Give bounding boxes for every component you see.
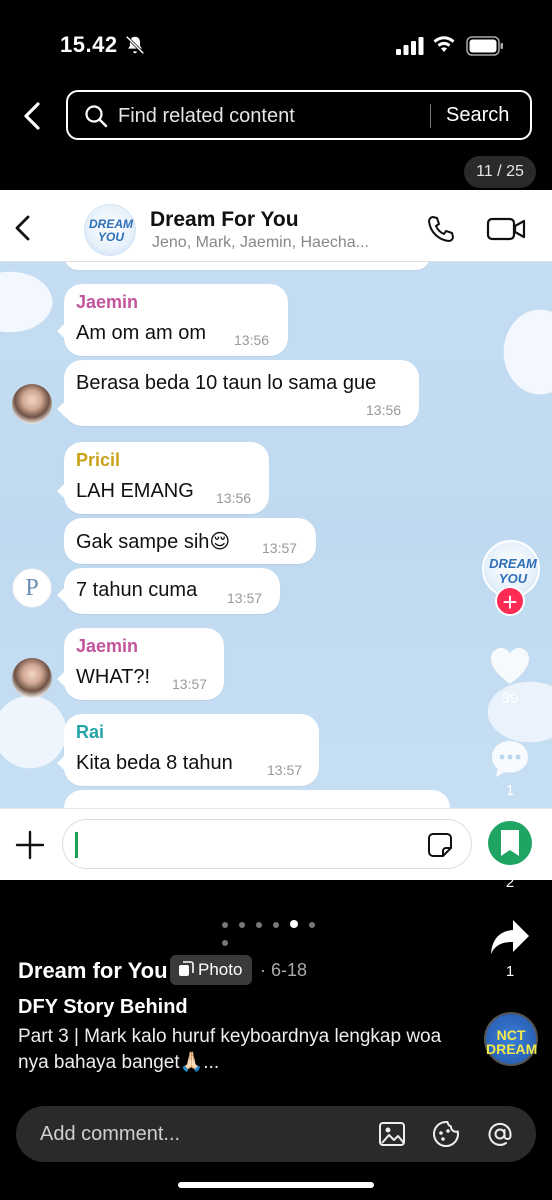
message-time: 13:57 [262,540,298,556]
image-icon[interactable] [378,1120,406,1148]
message-sender: Jaemin [76,636,139,656]
post-date: · 6-18 [260,960,308,980]
message-text: LAH EMANG [76,480,194,502]
member-avatar [12,384,52,424]
message-bubble: Rai Kita beda 8 tahun 13:57 [64,714,319,786]
carousel-dots [222,915,332,946]
message-bubble: Jaemin WHAT?! 13:57 [64,628,224,700]
comment-icon[interactable] [489,738,531,780]
carousel-dot [273,922,279,928]
message-time: 13:57 [227,590,263,606]
carousel-dot [309,922,315,928]
save-count: 2 [505,874,515,891]
creator-logo: DREAM YOU [489,556,537,586]
battery-icon [466,36,503,56]
avatar-letter: P [25,575,39,601]
message-bubble: Pricil LAH EMANG 13:56 [64,442,269,514]
back-arrow-icon[interactable] [18,100,46,132]
chat-messages: Jaemin Am om am om 13:56 Berasa beda 10 … [0,262,552,808]
wifi-icon [433,36,455,52]
message-bubble: Jaemin Am om am om 13:56 [64,284,288,356]
carousel-dot [239,922,245,928]
carousel-dot [222,940,228,946]
bookmark-icon[interactable] [488,818,532,868]
emoji-icon[interactable] [432,1120,460,1148]
message-time: 13:57 [267,762,303,778]
mention-icon[interactable] [486,1120,514,1148]
search-icon [85,105,108,128]
chat-input-bar [0,808,552,880]
message-text: Kita beda 8 tahun [76,752,233,774]
text-cursor [75,832,78,858]
search-divider [430,104,431,128]
post-description[interactable]: Part 3 | Mark kalo huruf keyboardnya len… [18,1024,458,1076]
member-avatar [12,658,52,698]
search-bar[interactable]: Find related content Search [66,90,532,140]
share-count: 1 [505,963,515,980]
message-sender: Pricil [76,450,121,470]
music-logo: NCT DREAM [486,1027,538,1057]
group-avatar: DREAM YOU [84,204,136,256]
message-text: 7 tahun cuma [76,579,198,601]
photo-tag-label: Photo [198,960,243,979]
bell-muted-icon [125,35,145,55]
home-indicator [178,1182,374,1188]
group-logo: DREAM YOU [89,217,133,244]
message-bubble: 7 tahun cuma 13:57 [64,568,280,614]
carousel-dot [256,922,262,928]
message-bubble: Berasa beda 10 taun lo sama gue 13:56 [64,360,419,426]
message-bubble-cut [64,790,450,808]
heart-icon[interactable] [489,646,531,686]
comment-bar[interactable]: Add comment... [16,1106,536,1162]
message-bubble-cut [64,262,430,270]
message-time: 13:56 [216,490,252,506]
member-avatar: P [12,568,52,608]
plus-icon [15,830,45,860]
message-time: 13:56 [366,402,402,418]
post-image[interactable]: DREAM YOU Dream For You Jeno, Mark, Jaem… [0,190,552,880]
carousel-dot [222,922,228,928]
image-counter: 11 / 25 [464,156,536,188]
message-text: Gak sampe sih😌 [76,531,231,553]
sticker-icon [428,833,452,857]
carousel-dot-active [290,920,298,928]
chat-group-name: Dream For You [150,208,299,231]
message-text: Berasa beda 10 taun lo sama gue [76,372,377,394]
comment-input[interactable]: Add comment... [40,1123,180,1146]
phone-icon [428,216,454,242]
message-sender: Rai [76,722,105,742]
message-text: WHAT?! [76,666,151,688]
post-title: DFY Story Behind [18,996,188,1018]
like-count: 39 [501,690,519,707]
search-button[interactable]: Search [446,104,509,127]
chat-text-field [62,819,472,869]
message-time: 13:56 [234,332,270,348]
share-icon[interactable] [489,918,531,956]
follow-button[interactable]: + [495,586,525,616]
chat-members: Jeno, Mark, Jaemin, Haecha... [152,234,369,251]
cellular-signal-icon [396,37,424,55]
photo-type-tag: Photo [170,955,253,985]
chat-back-icon [15,215,30,241]
photo-stack-icon [179,961,194,976]
music-disc[interactable]: NCT DREAM [484,1012,538,1066]
message-bubble: Gak sampe sih😌 13:57 [64,518,316,564]
post-author[interactable]: Dream for You [18,958,168,984]
message-text: Am om am om [76,322,207,344]
status-time: 15.42 [60,32,118,57]
status-bar: 15.42 [0,0,552,88]
message-time: 13:57 [172,676,208,692]
video-call-icon [486,217,526,241]
search-placeholder[interactable]: Find related content [118,105,295,128]
message-sender: Jaemin [76,292,139,312]
chat-header: DREAM YOU Dream For You Jeno, Mark, Jaem… [0,190,552,262]
comment-count: 1 [505,782,515,799]
